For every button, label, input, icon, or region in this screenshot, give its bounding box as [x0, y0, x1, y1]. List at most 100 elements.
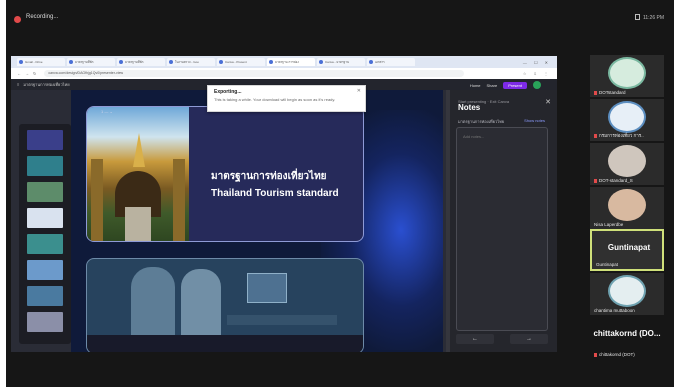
slide-footer-band [87, 335, 363, 352]
participant-tile[interactable]: Nisa Laperdbe [590, 187, 664, 229]
avatar [608, 189, 646, 221]
participant-name: chantima muttaboon [594, 308, 635, 313]
mic-muted-icon [594, 134, 597, 138]
address-bar: ← → ↻ canva.com/design/DAGfhjg1Qv0/prese… [11, 68, 557, 79]
window-controls[interactable]: — ☐ ✕ [523, 60, 551, 65]
slide-tag: 1 — ⌄ [101, 109, 113, 114]
logo-icon [608, 275, 646, 307]
thumbnail[interactable] [27, 182, 63, 202]
notes-placeholder: Add notes... [463, 134, 485, 139]
browser-tab[interactable]: Gmail - Drive [17, 58, 65, 66]
thumbnail[interactable] [27, 312, 63, 332]
back-icon[interactable]: ← [17, 71, 21, 76]
tab-favicon-icon [269, 60, 273, 64]
desk-shape [227, 315, 337, 325]
browser-tab[interactable]: มาตรฐานที่พัก [67, 58, 115, 66]
device-icon [634, 14, 640, 20]
tab-favicon-icon [69, 60, 73, 64]
slide-subtitle: Thailand Tourism standard [211, 188, 339, 199]
browser-tab-active[interactable]: มาตรฐาน การท่อง [267, 58, 315, 66]
meeting-clock: 11:26 PM [634, 14, 664, 21]
thumbnail[interactable] [27, 234, 63, 254]
browser-tools[interactable]: ☆ ⇩ ⋮ [523, 71, 551, 76]
path-shape [125, 207, 151, 241]
menu-icon[interactable]: ≡ [17, 82, 19, 87]
participant-big-name: chittakornd (DO... [593, 329, 661, 338]
slide-canvas: 1 — ⌄ มาตรฐานการท่องเที่ยวไทย Thailand T… [71, 90, 443, 352]
browser-tab-strip: Gmail - Drive มาตรฐานที่พัก มาตรฐานที่พั… [11, 56, 557, 68]
participant-name: Nisa Laperdbe [594, 222, 624, 227]
meeting-topbar: Recording... 11:26 PM [6, 0, 674, 38]
slide-thumbnails [19, 124, 71, 344]
browser-tab[interactable]: เอกสาร [367, 58, 415, 66]
person-shape [181, 269, 221, 341]
participant-tile[interactable]: chittakornd (DO... chittakornd (DOT) [590, 317, 664, 359]
thumbnail[interactable] [27, 260, 63, 280]
recording-status: Recording... [26, 14, 59, 20]
participant-gallery: DOTstandard กรมการท่องเที่ยว การ.. DOT-s… [590, 55, 664, 360]
thumbnail[interactable] [27, 286, 63, 306]
pillar-shape [173, 159, 185, 241]
notes-panel: Start presenting · Exit Canva Notes ✕ มา… [446, 90, 557, 352]
toast-body: This is taking a while. Your download wi… [214, 97, 336, 102]
participant-tile[interactable]: กรมการท่องเที่ยว การ.. [590, 99, 664, 141]
share-button[interactable]: Share [487, 83, 498, 88]
notes-navigation: ← → [456, 334, 548, 346]
tab-favicon-icon [169, 60, 173, 64]
notes-slide-label: มาตรฐานการท่องเที่ยวไทย [458, 119, 505, 124]
person-shape [131, 267, 175, 341]
reload-icon[interactable]: ↻ [33, 71, 36, 76]
mic-muted-icon [594, 353, 597, 357]
url-field[interactable]: canva.com/design/DAGfhjg1Qv0/presenter-v… [44, 70, 465, 77]
tab-favicon-icon [19, 60, 23, 64]
participant-name: DOT-standard_S [594, 178, 660, 183]
participant-tile[interactable]: DOT-standard_S [590, 143, 664, 185]
avatar [608, 145, 646, 177]
temple-spire-shape [133, 133, 145, 167]
notes-link[interactable]: Show notes [524, 118, 545, 123]
close-icon[interactable]: ✕ [545, 98, 551, 106]
home-button[interactable]: Home [470, 83, 481, 88]
tab-favicon-icon [119, 60, 123, 64]
thumbnail[interactable] [27, 156, 63, 176]
close-icon[interactable]: ✕ [357, 88, 361, 94]
participant-tile[interactable]: DOTstandard [590, 55, 664, 97]
doc-title[interactable]: มาตรฐานการท่องเที่ยวไทย [23, 81, 69, 88]
tab-favicon-icon [219, 60, 223, 64]
participant-name: กรมการท่องเที่ยว การ.. [594, 132, 660, 139]
browser-tab[interactable]: Canva - มาตรฐาน [317, 58, 365, 66]
browser-tab[interactable]: Canva - Present [217, 58, 265, 66]
participant-name: DOTstandard [594, 90, 660, 95]
prev-button[interactable]: ← [456, 334, 494, 344]
thumbnail[interactable] [27, 208, 63, 228]
forward-icon[interactable]: → [25, 71, 29, 76]
mic-muted-icon [594, 91, 597, 95]
temple-image [87, 107, 189, 241]
logo-icon [608, 101, 646, 133]
participant-tile[interactable]: chantima muttaboon [590, 273, 664, 315]
participant-tile-active-speaker[interactable]: Guntinapat Guntinapat [590, 229, 664, 271]
notes-title: Notes [458, 103, 481, 112]
screen-share: Gmail - Drive มาตรฐานที่พัก มาตรฐานที่พั… [11, 56, 557, 352]
slide-title: มาตรฐานการท่องเที่ยวไทย [211, 171, 327, 182]
browser-tab[interactable]: ใบงานตรวจ - Goo [167, 58, 215, 66]
participant-name: chittakornd (DOT) [594, 352, 660, 357]
thumbnail[interactable] [27, 130, 63, 150]
logo-icon [608, 57, 646, 89]
avatar[interactable] [533, 81, 541, 89]
scrollbar[interactable] [446, 90, 450, 352]
tab-favicon-icon [319, 60, 323, 64]
meeting-stage: Recording... 11:26 PM Gmail - Drive มาตร… [6, 0, 674, 387]
toast-title: Exporting... [214, 89, 242, 95]
pillar-shape [91, 159, 103, 241]
active-speaker-name: Guntinapat [607, 243, 651, 252]
notes-textarea[interactable]: Add notes... [456, 127, 548, 331]
next-button[interactable]: → [510, 334, 548, 344]
present-button[interactable]: Present [503, 81, 527, 89]
slide-1[interactable]: 1 — ⌄ มาตรฐานการท่องเที่ยวไทย Thailand T… [86, 106, 364, 242]
slide-2[interactable] [86, 258, 364, 352]
participant-name: Guntinapat [596, 262, 619, 267]
browser-tab[interactable]: มาตรฐานที่พัก [117, 58, 165, 66]
recording-icon [14, 16, 21, 23]
tab-favicon-icon [369, 60, 373, 64]
